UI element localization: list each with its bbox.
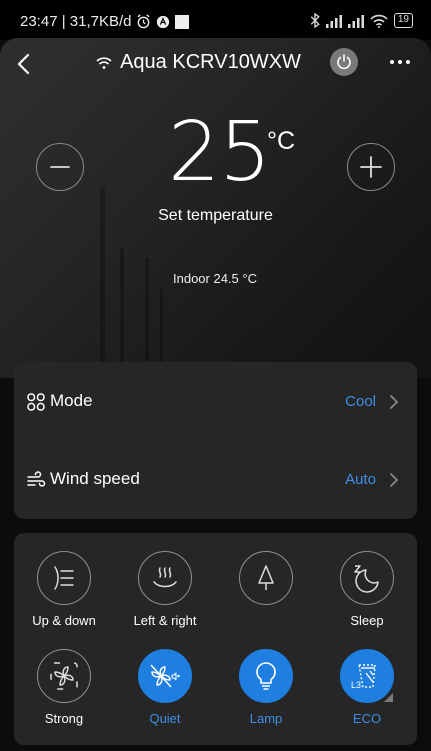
mode-label: Mode (50, 391, 93, 410)
square-notification-icon (175, 14, 190, 29)
status-right: 19 (310, 13, 413, 28)
mode-row[interactable]: Mode Cool (14, 382, 417, 422)
tree-button[interactable] (239, 551, 293, 605)
function-tree[interactable] (216, 551, 316, 631)
signal-icon (325, 14, 342, 28)
eco-button[interactable]: L3 (340, 649, 394, 703)
wind-speed-value: Auto (345, 471, 376, 488)
wind-speed-label: Wind speed (50, 469, 140, 488)
status-left: 23:47 | 31,7KB/d (20, 13, 190, 30)
function-eco[interactable]: L3 ECO (317, 649, 417, 729)
status-time: 23:47 | 31,7KB/d (20, 13, 132, 30)
power-button[interactable] (330, 48, 358, 76)
mode-value: Cool (345, 393, 376, 410)
function-strong[interactable]: Strong (14, 649, 114, 729)
tree-icon (258, 565, 274, 590)
eco-level-text: L3 (351, 680, 361, 690)
function-lamp[interactable]: Lamp (216, 649, 316, 729)
alarm-icon (137, 14, 151, 29)
up-down-label: Up & down (32, 613, 96, 628)
indoor-temperature: Indoor 24.5 °C (173, 271, 257, 286)
wifi-status-icon (370, 14, 388, 28)
left-right-swing-button[interactable] (138, 551, 192, 605)
set-temperature-value: 25 (168, 105, 271, 200)
left-right-swing-icon (153, 567, 177, 588)
function-sleep[interactable]: Sleep (317, 551, 417, 631)
signal-icon-2 (347, 14, 364, 28)
quiet-button[interactable] (138, 649, 192, 703)
strong-label: Strong (44, 711, 84, 726)
left-right-label: Left & right (133, 613, 197, 628)
sleep-label: Sleep (350, 613, 384, 628)
temperature-unit: °C (267, 127, 296, 155)
eco-corner-indicator (384, 693, 393, 702)
more-options-button[interactable] (388, 52, 412, 72)
eco-icon: L3 (351, 664, 376, 690)
strong-button[interactable] (37, 649, 91, 703)
settings-card: Mode Cool Wind speed Auto (14, 362, 417, 519)
wind-icon (27, 471, 46, 487)
wifi-icon (96, 56, 112, 69)
function-quiet[interactable]: Quiet (115, 649, 215, 729)
lamp-button[interactable] (239, 649, 293, 703)
function-up-down[interactable]: Up & down (14, 551, 114, 631)
bluetooth-icon (310, 13, 320, 28)
header-title-group: Aqua KCRV10WXW (0, 51, 431, 74)
lamp-label: Lamp (249, 711, 283, 726)
bulb-icon (256, 662, 276, 690)
status-bar: 23:47 | 31,7KB/d 19 (0, 0, 431, 40)
increase-temperature-button[interactable] (347, 143, 395, 191)
chevron-right-icon (390, 473, 399, 487)
decrease-temperature-button[interactable] (36, 143, 84, 191)
functions-card: Up & down Left & right Sleep Strong Quie… (14, 533, 417, 745)
quiet-label: Quiet (149, 711, 181, 726)
quiet-fan-icon (150, 664, 180, 688)
function-left-right[interactable]: Left & right (115, 551, 215, 631)
eco-label: ECO (352, 711, 382, 726)
up-down-swing-button[interactable] (37, 551, 91, 605)
fan-icon (50, 662, 78, 690)
minus-icon (50, 166, 70, 168)
up-down-swing-icon (54, 566, 74, 590)
chevron-right-icon (390, 395, 399, 409)
wind-speed-row[interactable]: Wind speed Auto (14, 460, 417, 500)
plus-icon (360, 156, 382, 178)
power-icon (337, 54, 351, 70)
sleep-button[interactable] (340, 551, 394, 605)
moon-icon (354, 565, 379, 593)
device-title: Aqua KCRV10WXW (120, 51, 301, 73)
mode-icon (27, 393, 45, 411)
app-notification-icon (157, 15, 170, 28)
set-temperature-label: Set temperature (158, 207, 273, 224)
battery-indicator: 19 (393, 13, 413, 28)
